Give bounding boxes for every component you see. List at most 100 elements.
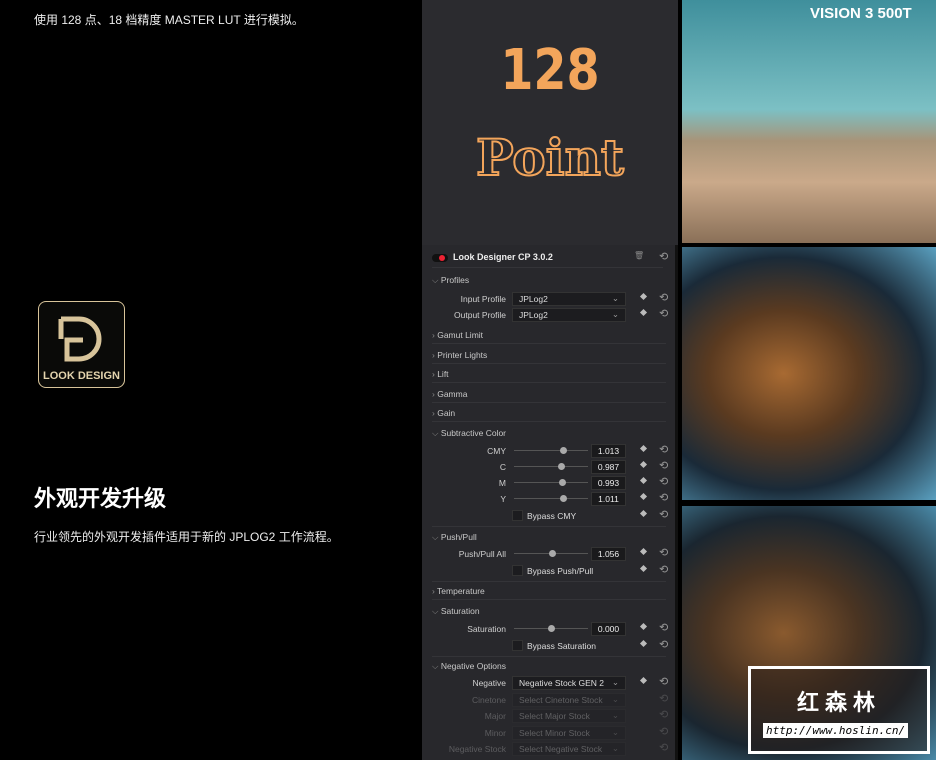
section-gain[interactable]: › Gain — [432, 408, 455, 418]
chevron-down-icon: ⌵ — [432, 532, 441, 542]
row-gamut[interactable]: › Gamut Limit — [422, 327, 678, 344]
keyframe-icon[interactable] — [639, 509, 648, 518]
reset-icon[interactable]: ⟲ — [659, 508, 668, 521]
saturation-ctrl-value-input[interactable]: 0.000 — [591, 622, 626, 636]
keyframe-icon[interactable] — [639, 547, 648, 556]
reset-icon[interactable]: ⟲ — [659, 546, 668, 559]
keyframe-icon[interactable] — [639, 292, 648, 301]
bypass-pushpull-checkbox[interactable] — [512, 565, 523, 576]
reset-icon[interactable]: ⟲ — [659, 638, 668, 651]
row-lift[interactable]: › Lift — [422, 366, 678, 383]
dropdown-value: Negative Stock GEN 2 — [519, 678, 605, 688]
row-saturation[interactable]: ⌵ Saturation — [422, 603, 678, 619]
top-note: 使用 128 点、18 档精度 MASTER LUT 进行模拟。 — [34, 13, 304, 27]
input-profile-dropdown[interactable]: JPLog2 ⌄ — [512, 292, 626, 306]
slider-handle[interactable] — [558, 463, 566, 470]
slider-handle[interactable] — [559, 479, 567, 486]
reset-icon[interactable]: ⟲ — [659, 621, 668, 634]
keyframe-icon[interactable] — [639, 492, 648, 501]
watermark-url: http://www.hoslin.cn/ — [763, 723, 909, 738]
reset-icon[interactable]: ⟲ — [659, 741, 668, 754]
reset-icon[interactable]: ⟲ — [659, 250, 668, 263]
section-negative-options[interactable]: ⌵ Negative Options — [432, 661, 506, 672]
row-profiles[interactable]: ⌵ Profiles — [422, 272, 678, 288]
negstock-dropdown[interactable]: Select Negative Stock ⌄ — [512, 742, 626, 756]
enable-dot-icon — [439, 255, 445, 261]
section-temperature[interactable]: › Temperature — [432, 586, 485, 596]
reset-icon[interactable]: ⟲ — [659, 475, 668, 488]
reset-icon[interactable]: ⟲ — [659, 443, 668, 456]
slider-handle[interactable] — [559, 495, 567, 502]
chevron-down-icon: ⌵ — [432, 275, 441, 285]
minor-dropdown[interactable]: Select Minor Stock ⌄ — [512, 726, 626, 740]
section-pushpull[interactable]: ⌵ Push/Pull — [432, 532, 477, 543]
chevron-down-icon: ⌄ — [611, 677, 619, 687]
reset-icon[interactable]: ⟲ — [659, 708, 668, 721]
slider-handle[interactable] — [548, 625, 555, 632]
row-gamma[interactable]: › Gamma — [422, 386, 678, 403]
row-output-profile: Output Profile JPLog2 ⌄ ⟲ — [422, 307, 678, 323]
keyframe-icon[interactable] — [639, 676, 648, 685]
reset-icon[interactable]: ⟲ — [659, 459, 668, 472]
reset-icon[interactable]: ⟲ — [659, 307, 668, 320]
row-negative-options[interactable]: ⌵ Negative Options — [422, 658, 678, 674]
c-slider[interactable] — [514, 463, 588, 470]
output-profile-dropdown[interactable]: JPLog2 ⌄ — [512, 308, 626, 322]
m-slider[interactable] — [514, 479, 588, 486]
slider-label: Saturation — [467, 624, 506, 634]
section-lift[interactable]: › Lift — [432, 369, 449, 379]
section-gamma[interactable]: › Gamma — [432, 389, 467, 399]
cinetone-dropdown[interactable]: Select Cinetone Stock ⌄ — [512, 693, 626, 707]
row-bypass-pushpull: Bypass Push/Pull ⟲ — [422, 563, 678, 582]
section-saturation[interactable]: ⌵ Saturation — [432, 606, 480, 617]
y-slider[interactable] — [514, 495, 588, 502]
reset-icon[interactable]: ⟲ — [659, 491, 668, 504]
keyframe-icon[interactable] — [639, 622, 648, 631]
heading: 外观开发升级 — [34, 486, 167, 511]
row-temperature[interactable]: › Temperature — [422, 583, 678, 600]
cmy-slider[interactable] — [514, 447, 588, 454]
section-printer[interactable]: › Printer Lights — [432, 350, 487, 360]
major-dropdown[interactable]: Select Major Stock ⌄ — [512, 709, 626, 723]
row-subtractive[interactable]: ⌵ Subtractive Color — [422, 425, 678, 441]
slider-handle[interactable] — [549, 550, 557, 557]
row-pushpull[interactable]: ⌵ Push/Pull — [422, 529, 678, 545]
divider — [432, 363, 666, 364]
row-gain[interactable]: › Gain — [422, 405, 678, 422]
chevron-down-icon: ⌄ — [611, 727, 619, 737]
trash-icon[interactable]: 🗑 — [634, 251, 644, 260]
checkbox-label: Bypass Push/Pull — [527, 566, 594, 576]
enable-toggle[interactable] — [432, 254, 448, 262]
reset-icon[interactable]: ⟲ — [659, 675, 668, 688]
look-designer-panel: Look Designer CP 3.0.2 🗑 ⟲ ⌵ Profiles Input … — [422, 245, 678, 760]
slider-label: Push/Pull All — [458, 549, 506, 559]
c-value-input[interactable]: 0.987 — [591, 460, 626, 474]
keyframe-icon[interactable] — [639, 308, 648, 317]
section-gamut[interactable]: › Gamut Limit — [432, 330, 483, 340]
keyframe-icon[interactable] — [639, 460, 648, 469]
section-label: Gamma — [437, 389, 468, 399]
bypass-saturation-checkbox[interactable] — [512, 640, 523, 651]
pushpull-all-value-input[interactable]: 1.056 — [591, 547, 626, 561]
keyframe-icon[interactable] — [639, 476, 648, 485]
m-value-input[interactable]: 0.993 — [591, 476, 626, 490]
pushpull-all-slider[interactable] — [514, 550, 588, 557]
keyframe-icon[interactable] — [639, 564, 648, 573]
cmy-value-input[interactable]: 1.013 — [591, 444, 626, 458]
promo-line2: Point — [475, 127, 625, 188]
reset-icon[interactable]: ⟲ — [659, 725, 668, 738]
section-label: Printer Lights — [437, 350, 488, 360]
keyframe-icon[interactable] — [639, 639, 648, 648]
negative-dropdown[interactable]: Negative Stock GEN 2 ⌄ — [512, 676, 626, 690]
section-subtractive[interactable]: ⌵ Subtractive Color — [432, 428, 506, 439]
section-profiles[interactable]: ⌵ Profiles — [432, 275, 469, 286]
bypass-cmy-checkbox[interactable] — [512, 510, 523, 521]
reset-icon[interactable]: ⟲ — [659, 291, 668, 304]
reset-icon[interactable]: ⟲ — [659, 563, 668, 576]
keyframe-icon[interactable] — [639, 444, 648, 453]
slider-handle[interactable] — [559, 447, 567, 454]
y-value-input[interactable]: 1.011 — [591, 492, 626, 506]
saturation-ctrl-slider[interactable] — [514, 625, 588, 632]
row-printer[interactable]: › Printer Lights — [422, 347, 678, 364]
reset-icon[interactable]: ⟲ — [659, 692, 668, 705]
